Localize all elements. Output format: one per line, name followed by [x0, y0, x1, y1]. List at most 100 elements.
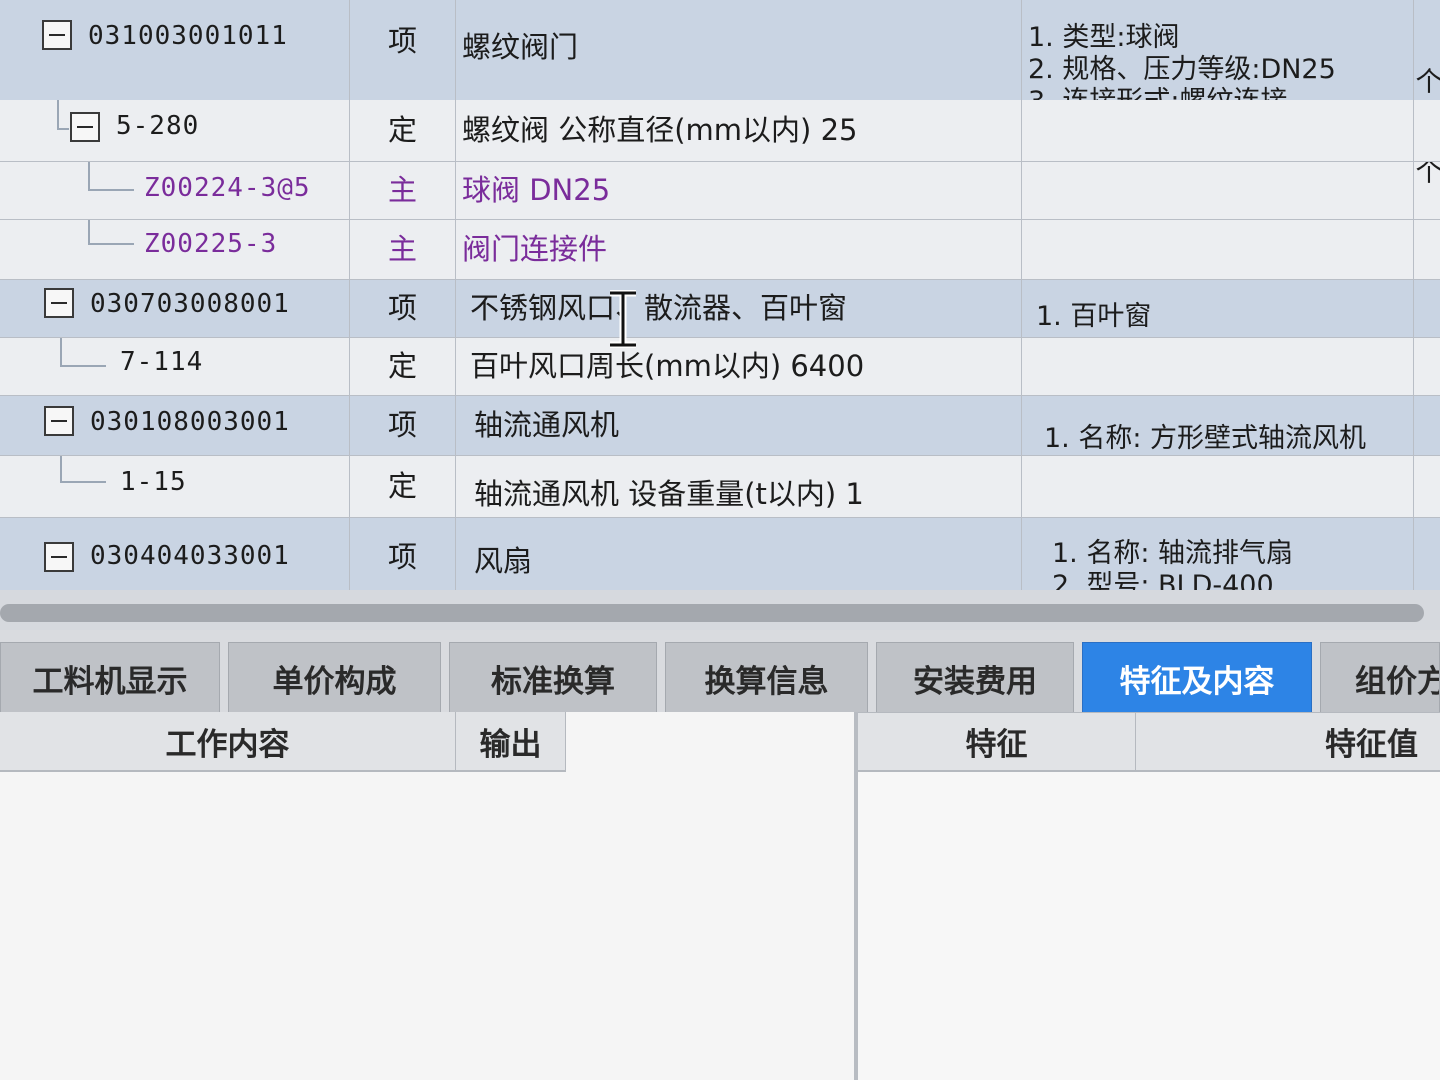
item-type: 定: [387, 468, 417, 503]
tree-line: [60, 338, 62, 366]
table-row[interactable]: 5-280 定 螺纹阀 公称直径(mm以内) 25: [0, 100, 1440, 162]
item-name: 阀门连接件: [462, 231, 608, 266]
feature-cell[interactable]: 1. 名称: 方形壁式轴流风机: [1022, 396, 1414, 455]
collapse-icon[interactable]: [42, 20, 72, 50]
unit-cell[interactable]: [1414, 396, 1440, 455]
name-cell[interactable]: 百叶风口周长(mm以内) 6400: [456, 338, 1022, 395]
feature-cell[interactable]: [1022, 220, 1414, 279]
item-unit: 个: [1415, 67, 1440, 98]
feature-panel[interactable]: 特征 特征值: [858, 712, 1440, 1080]
item-name: 轴流通风机: [474, 407, 620, 442]
feature-line: 1. 百叶窗: [1036, 300, 1152, 332]
code-cell[interactable]: 030108003001: [0, 396, 350, 455]
work-content-panel[interactable]: 工作内容 输出: [0, 712, 858, 1080]
feature-line: 2. 型号: BLD-400: [1052, 569, 1274, 590]
item-name: 不锈钢风口、散流器、百叶窗: [470, 290, 848, 325]
tab-conversion-info[interactable]: 换算信息: [665, 642, 868, 714]
code-cell[interactable]: 5-280: [0, 100, 350, 161]
item-name: 轴流通风机 设备重量(t以内) 1: [474, 476, 864, 511]
tree-line: [88, 220, 90, 244]
unit-cell[interactable]: [1414, 280, 1440, 337]
table-row[interactable]: 030404033001 项 风扇 1. 名称: 轴流排气扇 2. 型号: BL…: [0, 518, 1440, 590]
code-cell[interactable]: 030703008001: [0, 280, 350, 337]
work-content-header[interactable]: 工作内容: [0, 712, 456, 772]
item-type: 项: [387, 407, 417, 442]
type-cell[interactable]: 定: [350, 100, 456, 161]
item-code: 031003001011: [88, 21, 288, 51]
output-header[interactable]: 输出: [456, 712, 566, 772]
feature-cell[interactable]: [1022, 162, 1414, 219]
name-cell[interactable]: 轴流通风机 设备重量(t以内) 1: [456, 456, 1022, 517]
tree-line: [57, 128, 69, 130]
type-cell[interactable]: 定: [350, 338, 456, 395]
item-type: 主: [387, 231, 417, 266]
item-type: 项: [387, 290, 417, 325]
table-row[interactable]: 030703008001 项 不锈钢风口、散流器、百叶窗 1. 百叶窗: [0, 280, 1440, 338]
name-cell[interactable]: 螺纹阀 公称直径(mm以内) 25: [456, 100, 1022, 161]
item-code: 5-280: [116, 111, 200, 141]
tree-line: [88, 162, 90, 190]
item-code: 7-114: [120, 347, 204, 377]
unit-cell[interactable]: 个: [1414, 162, 1440, 219]
unit-cell[interactable]: [1414, 518, 1440, 590]
tab-unit-price[interactable]: 单价构成: [228, 642, 441, 714]
unit-cell[interactable]: [1414, 338, 1440, 395]
feature-line: 1. 名称: 轴流排气扇: [1052, 538, 1294, 569]
code-cell[interactable]: Z00225-3: [0, 220, 350, 279]
tab-labor-material-machine[interactable]: 工料机显示: [0, 642, 220, 714]
text-cursor-icon: [610, 290, 636, 348]
scrollbar-thumb[interactable]: [0, 604, 1424, 622]
tab-pricing-plan[interactable]: 组价方: [1320, 642, 1440, 714]
item-type: 项: [387, 540, 417, 574]
feature-header[interactable]: 特征: [858, 712, 1136, 772]
type-cell[interactable]: 项: [350, 280, 456, 337]
feature-line: 1. 类型:球阀: [1028, 22, 1180, 53]
table-row[interactable]: 7-114 定 百叶风口周长(mm以内) 6400: [0, 338, 1440, 396]
name-cell[interactable]: 风扇: [456, 518, 1022, 590]
unit-cell[interactable]: [1414, 100, 1440, 161]
unit-cell[interactable]: [1414, 456, 1440, 517]
code-cell[interactable]: 1-15: [0, 456, 350, 517]
quantity-grid: 031003001011 项 螺纹阀门 1. 类型:球阀 2. 规格、压力等级:…: [0, 0, 1440, 590]
type-cell[interactable]: 项: [350, 518, 456, 590]
item-name: 螺纹阀门: [462, 30, 579, 64]
item-type: 项: [387, 24, 417, 58]
code-cell[interactable]: Z00224-3@5: [0, 162, 350, 219]
item-code: 030404033001: [90, 541, 290, 571]
collapse-icon[interactable]: [70, 112, 100, 142]
name-cell[interactable]: 球阀 DN25: [456, 162, 1022, 219]
feature-cell[interactable]: [1022, 100, 1414, 161]
code-cell[interactable]: 030404033001: [0, 518, 350, 590]
type-cell[interactable]: 主: [350, 220, 456, 279]
table-row[interactable]: 1-15 定 轴流通风机 设备重量(t以内) 1: [0, 456, 1440, 518]
type-cell[interactable]: 主: [350, 162, 456, 219]
code-cell[interactable]: 7-114: [0, 338, 350, 395]
name-cell[interactable]: 轴流通风机: [456, 396, 1022, 455]
tree-line: [60, 456, 62, 482]
collapse-icon[interactable]: [44, 288, 74, 318]
table-row[interactable]: Z00225-3 主 阀门连接件: [0, 220, 1440, 280]
collapse-icon[interactable]: [44, 406, 74, 436]
tab-installation-cost[interactable]: 安装费用: [876, 642, 1074, 714]
feature-line: 1. 名称: 方形壁式轴流风机: [1044, 423, 1367, 454]
tab-standard-conversion[interactable]: 标准换算: [449, 642, 657, 714]
item-name: 螺纹阀 公称直径(mm以内) 25: [462, 112, 858, 147]
collapse-icon[interactable]: [44, 542, 74, 572]
name-cell[interactable]: 阀门连接件: [456, 220, 1022, 279]
feature-value-header[interactable]: 特征值: [1136, 712, 1440, 772]
tab-features-content[interactable]: 特征及内容: [1082, 642, 1312, 714]
table-row[interactable]: 030108003001 项 轴流通风机 1. 名称: 方形壁式轴流风机: [0, 396, 1440, 456]
item-type: 定: [387, 112, 417, 147]
horizontal-scrollbar[interactable]: [0, 590, 1440, 630]
feature-cell[interactable]: [1022, 338, 1414, 395]
table-row[interactable]: Z00224-3@5 主 球阀 DN25 个: [0, 162, 1440, 220]
type-cell[interactable]: 定: [350, 456, 456, 517]
name-cell[interactable]: 不锈钢风口、散流器、百叶窗: [456, 280, 1022, 337]
feature-cell[interactable]: 1. 百叶窗: [1022, 280, 1414, 337]
feature-cell[interactable]: [1022, 456, 1414, 517]
item-code: 1-15: [120, 467, 187, 497]
unit-cell[interactable]: [1414, 220, 1440, 279]
type-cell[interactable]: 项: [350, 396, 456, 455]
feature-cell[interactable]: 1. 名称: 轴流排气扇 2. 型号: BLD-400: [1022, 518, 1414, 590]
feature-line: 2. 规格、压力等级:DN25: [1028, 53, 1336, 85]
